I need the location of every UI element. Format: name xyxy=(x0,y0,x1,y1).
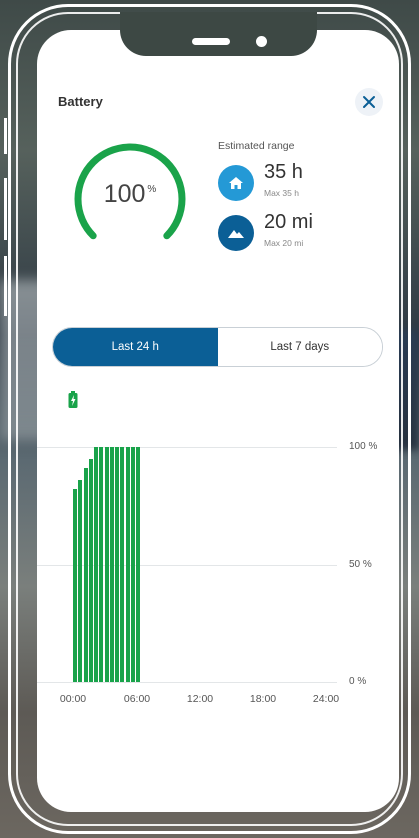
battery-gauge: 100% xyxy=(65,134,195,264)
x-tick-label: 18:00 xyxy=(249,693,277,705)
chart-bar xyxy=(88,458,93,682)
chart-bar xyxy=(120,447,125,682)
time-range-toggle: Last 24 h Last 7 days xyxy=(52,327,383,367)
chart-bar xyxy=(94,447,99,682)
speaker xyxy=(192,38,230,45)
range-distance-row: 20 mi Max 20 mi xyxy=(218,211,388,251)
side-button xyxy=(4,118,7,154)
range-time-max: Max 35 h xyxy=(264,188,299,198)
mountain-icon xyxy=(218,215,254,251)
chart-bar xyxy=(104,447,109,682)
side-button xyxy=(4,256,7,316)
battery-level-value: 100 xyxy=(103,180,146,208)
y-tick-label: 50 % xyxy=(349,559,372,570)
chart-bar xyxy=(136,447,141,682)
chart-bar xyxy=(99,447,104,682)
grid-line xyxy=(37,682,337,683)
chart-bar xyxy=(130,447,135,682)
grid-line xyxy=(37,447,337,448)
x-tick-label: 00:00 xyxy=(59,693,87,705)
chart-bar xyxy=(115,447,120,682)
range-distance-max: Max 20 mi xyxy=(264,238,304,248)
x-tick-label: 24:00 xyxy=(312,693,340,705)
battery-history-chart: 100 % 50 % 0 % 00:00 06:00 12:00 18:00 2… xyxy=(37,385,399,705)
battery-level-unit: % xyxy=(147,184,157,195)
tab-last-24h[interactable]: Last 24 h xyxy=(53,328,218,366)
app-screen: Battery 100% Estimated range 35 h Max 35… xyxy=(37,30,399,812)
camera xyxy=(256,36,267,47)
tab-last-7-days[interactable]: Last 7 days xyxy=(217,328,382,366)
y-tick-label: 100 % xyxy=(349,441,378,452)
x-tick-label: 06:00 xyxy=(123,693,151,705)
estimated-range-label: Estimated range xyxy=(218,140,295,152)
chart-bar xyxy=(109,447,114,682)
chart-bar xyxy=(78,479,83,682)
battery-level: 100% xyxy=(65,180,195,209)
x-tick-label: 12:00 xyxy=(186,693,214,705)
home-icon xyxy=(218,165,254,201)
side-button xyxy=(4,178,7,240)
chart-bar xyxy=(83,468,88,682)
chart-bar xyxy=(73,489,77,682)
chart-bar xyxy=(125,447,130,682)
range-time-value: 35 h xyxy=(264,161,303,183)
range-distance-value: 20 mi xyxy=(264,211,313,233)
range-time-row: 35 h Max 35 h xyxy=(218,161,388,201)
close-icon xyxy=(363,96,375,108)
y-tick-label: 0 % xyxy=(349,676,367,687)
page-title: Battery xyxy=(58,94,103,109)
close-button[interactable] xyxy=(355,88,383,116)
battery-charging-icon xyxy=(68,391,78,408)
